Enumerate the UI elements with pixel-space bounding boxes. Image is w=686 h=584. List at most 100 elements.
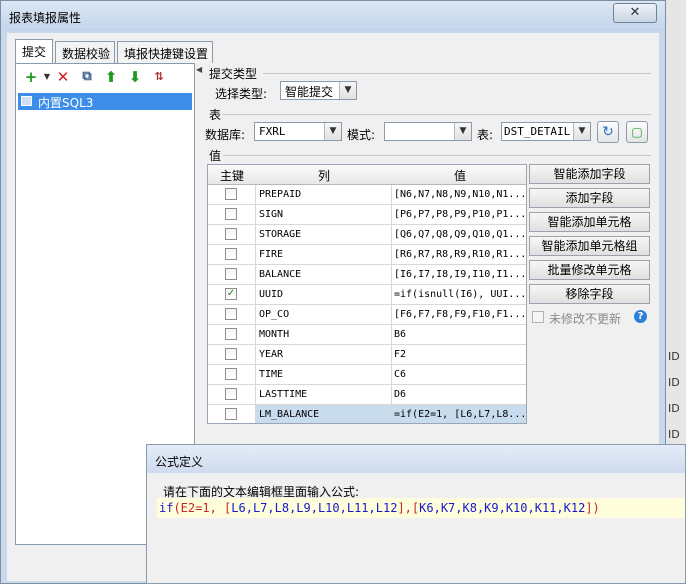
table-row[interactable]: FIRE [R6,R7,R8,R9,R10,R1... — [208, 245, 526, 265]
formula-text: , — [404, 501, 412, 515]
formula-text: ] — [397, 501, 405, 515]
table-row[interactable]: ✓ UUID =if(isnull(I6), UUI... — [208, 285, 526, 305]
column-cell[interactable]: TIME — [256, 365, 392, 384]
primary-key-checkbox[interactable] — [225, 408, 237, 420]
select-type-label: 选择类型: — [215, 87, 268, 101]
submit-type-value: 智能提交 — [285, 85, 334, 99]
batch-modify-cell-button[interactable]: 批量修改单元格 — [529, 260, 650, 280]
dialog-title-bar: 公式定义 — [147, 445, 685, 473]
sql-icon — [21, 96, 32, 106]
submit-type-select[interactable]: 智能提交 ▼ — [280, 81, 357, 100]
sort-icon[interactable]: ⇅ — [150, 68, 168, 86]
primary-key-checkbox[interactable] — [225, 308, 237, 320]
tab-data-validation[interactable]: 数据校验 — [55, 41, 115, 63]
primary-key-checkbox[interactable] — [225, 368, 237, 380]
value-cell[interactable]: [Q6,Q7,Q8,Q9,Q10,Q1... — [392, 225, 526, 244]
column-cell[interactable]: OP_CO — [256, 305, 392, 324]
table-select[interactable]: DST_DETAIL ▼ — [501, 122, 591, 141]
list-item[interactable]: 内置SQL3 — [18, 93, 192, 110]
value-cell[interactable]: [I6,I7,I8,I9,I10,I1... — [392, 265, 526, 284]
key-cell — [208, 205, 256, 224]
key-cell — [208, 265, 256, 284]
table-row[interactable]: PREPAID [N6,N7,N8,N9,N10,N1... — [208, 185, 526, 205]
chevron-down-icon[interactable]: ▼ — [573, 123, 590, 140]
remove-field-button[interactable]: 移除字段 — [529, 284, 650, 304]
column-cell[interactable]: SIGN — [256, 205, 392, 224]
value-cell[interactable]: C6 — [392, 365, 526, 384]
smart-add-cell-group-button[interactable]: 智能添加单元格组 — [529, 236, 650, 256]
table-row[interactable]: MONTH B6 — [208, 325, 526, 345]
group-divider — [263, 73, 651, 74]
close-button[interactable]: ✕ — [613, 3, 657, 23]
table-row[interactable]: BALANCE [I6,I7,I8,I9,I10,I1... — [208, 265, 526, 285]
copy-icon[interactable]: ⧉ — [78, 68, 96, 86]
table-row[interactable]: LASTTIME D6 — [208, 385, 526, 405]
column-cell[interactable]: PREPAID — [256, 185, 392, 204]
column-cell[interactable]: BALANCE — [256, 265, 392, 284]
move-up-icon[interactable]: ⬆ — [102, 68, 120, 86]
key-cell — [208, 225, 256, 244]
key-cell — [208, 365, 256, 384]
column-cell[interactable]: LM_BALANCE — [256, 405, 392, 423]
primary-key-checkbox[interactable] — [225, 208, 237, 220]
formula-text: ) — [592, 501, 600, 515]
value-cell[interactable]: [F6,F7,F8,F9,F10,F1... — [392, 305, 526, 324]
tab-label: 填报快捷键设置 — [124, 47, 209, 61]
collapse-icon[interactable]: ◀ — [196, 65, 202, 74]
help-icon[interactable]: ? — [634, 310, 647, 323]
value-cell[interactable]: F2 — [392, 345, 526, 364]
chevron-down-icon[interactable]: ▼ — [454, 123, 471, 140]
formula-cells: L6,L7,L8,L9,L10,L11,L12 — [231, 501, 398, 515]
table-row[interactable]: SIGN [P6,P7,P8,P9,P10,P1... — [208, 205, 526, 225]
primary-key-checkbox[interactable] — [225, 268, 237, 280]
primary-key-checkbox[interactable] — [225, 188, 237, 200]
smart-add-cell-button[interactable]: 智能添加单元格 — [529, 212, 650, 232]
column-cell[interactable]: UUID — [256, 285, 392, 304]
table-row[interactable]: TIME C6 — [208, 365, 526, 385]
chevron-down-icon[interactable]: ▼ — [339, 82, 356, 99]
primary-key-checkbox[interactable]: ✓ — [225, 288, 237, 300]
value-cell[interactable]: [N6,N7,N8,N9,N10,N1... — [392, 185, 526, 204]
key-cell — [208, 405, 256, 423]
chevron-down-icon[interactable]: ▼ — [324, 123, 341, 140]
database-select[interactable]: FXRL ▼ — [254, 122, 342, 141]
formula-cells: K6,K7,K8,K9,K10,K11,K12 — [419, 501, 586, 515]
background-text: ID — [668, 376, 680, 389]
primary-key-checkbox[interactable] — [225, 388, 237, 400]
background-text: ID — [668, 350, 680, 363]
column-cell[interactable]: STORAGE — [256, 225, 392, 244]
column-cell[interactable]: FIRE — [256, 245, 392, 264]
primary-key-checkbox[interactable] — [225, 228, 237, 240]
value-cell[interactable]: B6 — [392, 325, 526, 344]
column-cell[interactable]: YEAR — [256, 345, 392, 364]
key-cell — [208, 385, 256, 404]
column-cell[interactable]: MONTH — [256, 325, 392, 344]
key-cell — [208, 325, 256, 344]
primary-key-checkbox[interactable] — [225, 248, 237, 260]
primary-key-checkbox[interactable] — [225, 328, 237, 340]
preview-icon[interactable]: ▢ — [626, 121, 648, 143]
value-cell[interactable]: =if(E2=1, [L6,L7,L8... — [392, 405, 526, 423]
value-cell[interactable]: [P6,P7,P8,P9,P10,P1... — [392, 205, 526, 224]
value-cell[interactable]: =if(isnull(I6), UUI... — [392, 285, 526, 304]
table-row[interactable]: YEAR F2 — [208, 345, 526, 365]
move-down-icon[interactable]: ⬇ — [126, 68, 144, 86]
tab-submit[interactable]: 提交 — [15, 39, 53, 63]
value-cell[interactable]: D6 — [392, 385, 526, 404]
column-cell[interactable]: LASTTIME — [256, 385, 392, 404]
mode-select[interactable]: ▼ — [384, 122, 472, 141]
delete-icon[interactable]: ✕ — [54, 68, 72, 86]
value-cell[interactable]: [R6,R7,R8,R9,R10,R1... — [392, 245, 526, 264]
table-row[interactable]: STORAGE [Q6,Q7,Q8,Q9,Q10,Q1... — [208, 225, 526, 245]
tab-label: 数据校验 — [62, 47, 111, 61]
no-update-unmodified-checkbox[interactable] — [532, 311, 544, 323]
refresh-icon[interactable]: ↻ — [597, 121, 619, 143]
header-column: 列 — [317, 169, 330, 183]
primary-key-checkbox[interactable] — [225, 348, 237, 360]
formula-editor[interactable]: if(E2=1, [L6,L7,L8,L9,L10,L11,L12],[K6,K… — [157, 498, 685, 518]
table-row[interactable]: LM_BALANCE =if(E2=1, [L6,L7,L8... — [208, 405, 526, 423]
tab-shortcut-settings[interactable]: 填报快捷键设置 — [117, 41, 213, 63]
table-row[interactable]: OP_CO [F6,F7,F8,F9,F10,F1... — [208, 305, 526, 325]
add-field-button[interactable]: 添加字段 — [529, 188, 650, 208]
smart-add-field-button[interactable]: 智能添加字段 — [529, 164, 650, 184]
